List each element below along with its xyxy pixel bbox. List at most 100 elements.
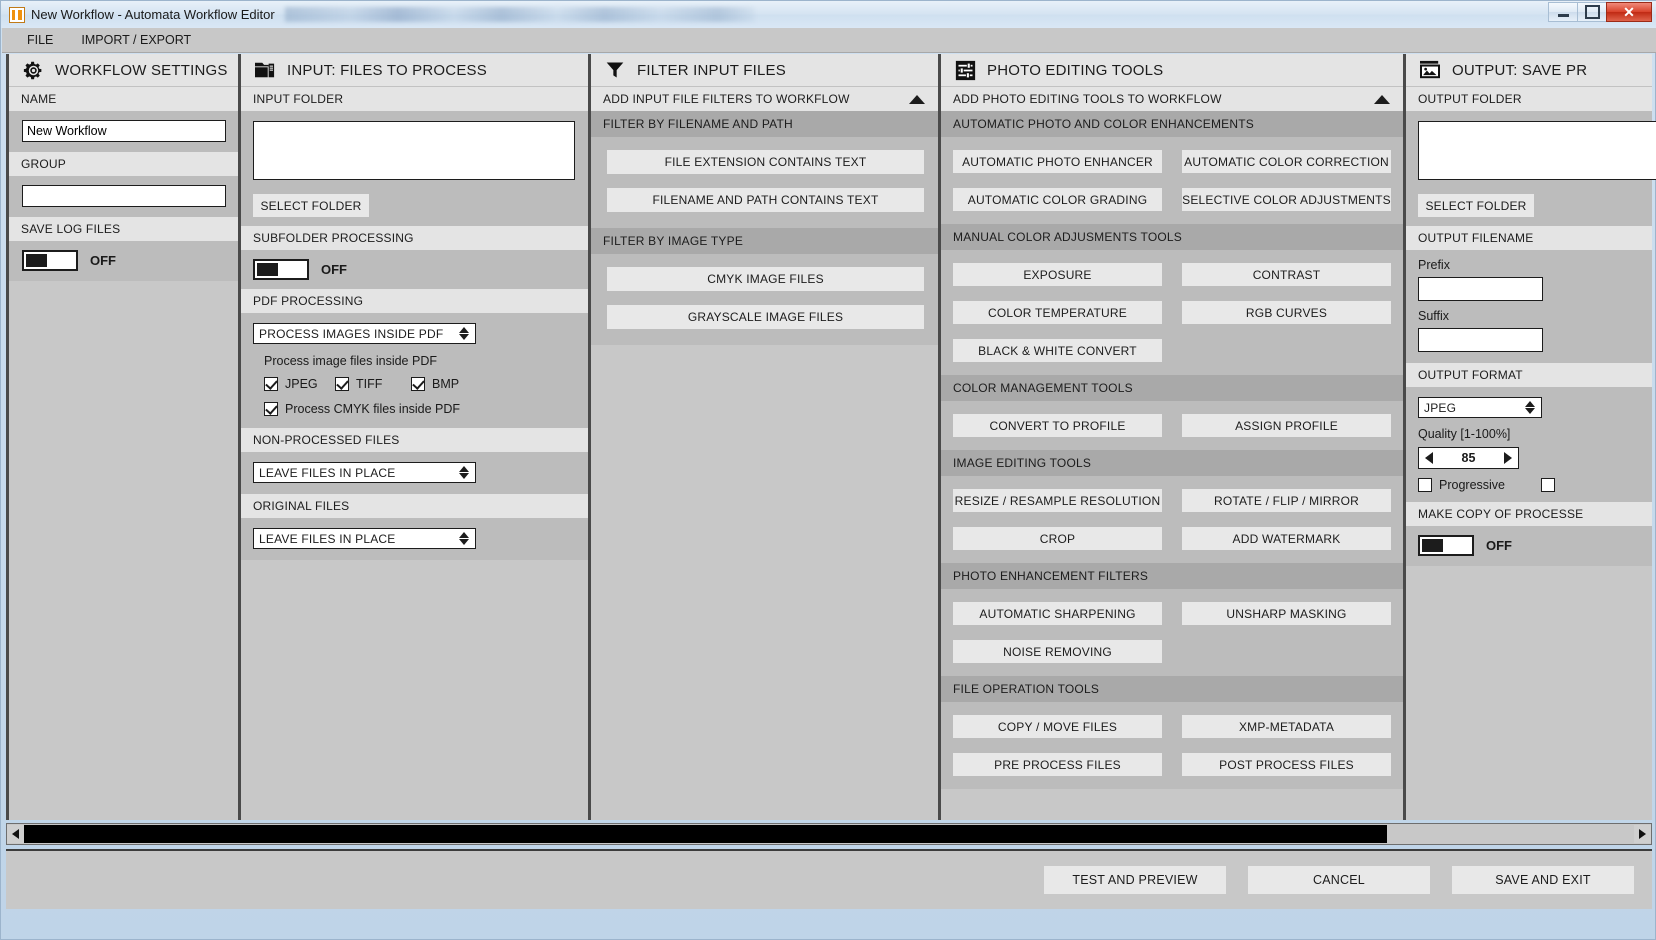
scrollbar-track[interactable] [24,825,1634,843]
group-manual-color-adjustments-header: MANUAL COLOR ADJUSMENTS TOOLS [941,224,1403,250]
scrollbar-thumb[interactable] [24,825,1387,843]
quality-decrease-icon[interactable] [1425,452,1433,464]
tool-add-watermark-button[interactable]: ADD WATERMARK [1182,527,1391,550]
checkbox-jpeg-box[interactable] [264,377,278,391]
non-processed-section-label: NON-PROCESSED FILES [241,428,588,452]
make-copy-toggle[interactable] [1418,535,1474,556]
maximize-button[interactable] [1577,2,1606,22]
chevron-up-icon[interactable] [909,95,925,104]
tool-contrast-button[interactable]: CONTRAST [1182,263,1391,286]
checkbox-tiff-label: TIFF [356,377,382,391]
horizontal-scrollbar[interactable] [6,823,1652,845]
save-log-toggle[interactable] [22,250,78,271]
scroll-right-arrow-icon[interactable] [1634,825,1651,843]
tool-noise-removing-button[interactable]: NOISE REMOVING [953,640,1162,663]
tool-pre-process-files-button[interactable]: PRE PROCESS FILES [953,753,1162,776]
subfolder-block: OFF [241,250,588,289]
tool-rgb-curves-button[interactable]: RGB CURVES [1182,301,1391,324]
workflow-name-input[interactable] [22,120,226,142]
quality-increase-icon[interactable] [1504,452,1512,464]
checkbox-process-cmyk-box[interactable] [264,402,278,416]
test-and-preview-button[interactable]: TEST AND PREVIEW [1044,866,1226,894]
output-folder-textarea[interactable] [1418,121,1656,180]
menu-item-file[interactable]: FILE [13,28,67,53]
tool-post-process-files-button[interactable]: POST PROCESS FILES [1182,753,1391,776]
tool-crop-button[interactable]: CROP [953,527,1162,550]
menu-item-import-export[interactable]: IMPORT / EXPORT [67,28,205,53]
checkbox-progressive[interactable]: Progressive [1418,478,1505,492]
folder-files-icon [254,59,276,81]
tool-automatic-sharpening-button[interactable]: AUTOMATIC SHARPENING [953,602,1162,625]
checkbox-tiff[interactable]: TIFF [335,377,411,391]
tool-rotate-flip-mirror-button[interactable]: ROTATE / FLIP / MIRROR [1182,489,1391,512]
checkbox-bmp-box[interactable] [411,377,425,391]
output-select-folder-button[interactable]: SELECT FOLDER [1418,194,1534,217]
checkbox-tiff-box[interactable] [335,377,349,391]
tool-unsharp-masking-button[interactable]: UNSHARP MASKING [1182,602,1391,625]
filter-grayscale-image-files-button[interactable]: GRAYSCALE IMAGE FILES [607,305,924,329]
original-files-select-wrap: LEAVE FILES IN PLACE [253,528,476,549]
prefix-input[interactable] [1418,277,1543,301]
subfolder-toggle[interactable] [253,259,309,280]
filter-cmyk-image-files-button[interactable]: CMYK IMAGE FILES [607,267,924,291]
tool-exposure-button[interactable]: EXPOSURE [953,263,1162,286]
pdf-mode-select-wrap: PROCESS IMAGES INSIDE PDF [253,323,476,344]
output-format-select[interactable]: JPEG [1418,397,1542,418]
checkbox-secondary-box[interactable] [1541,478,1555,492]
panel-input-files-header: INPUT: FILES TO PROCESS [241,54,588,87]
panel-filter-title: FILTER INPUT FILES [637,62,786,79]
non-processed-select-wrap: LEAVE FILES IN PLACE [253,462,476,483]
input-select-folder-button[interactable]: SELECT FOLDER [253,194,369,217]
checkbox-secondary-clipped[interactable] [1541,478,1555,492]
tool-automatic-color-correction-button[interactable]: AUTOMATIC COLOR CORRECTION [1182,150,1391,173]
original-files-select[interactable]: LEAVE FILES IN PLACE [253,528,476,549]
scroll-left-arrow-icon[interactable] [7,825,24,843]
minimize-button[interactable] [1548,2,1577,22]
make-copy-toggle-state: OFF [1486,538,1512,553]
cancel-button[interactable]: CANCEL [1248,866,1430,894]
panel-output-title: OUTPUT: SAVE PR [1452,62,1587,79]
save-log-toggle-state: OFF [90,253,116,268]
tool-xmp-metadata-button[interactable]: XMP-METADATA [1182,715,1391,738]
input-folder-textarea[interactable] [253,121,575,180]
add-photo-tools-row[interactable]: ADD PHOTO EDITING TOOLS TO WORKFLOW [941,87,1403,111]
tool-color-temperature-button[interactable]: COLOR TEMPERATURE [953,301,1162,324]
tool-resize-resample-resolution-button[interactable]: RESIZE / RESAMPLE RESOLUTION [953,489,1162,512]
tool-assign-profile-button[interactable]: ASSIGN PROFILE [1182,414,1391,437]
checkbox-progressive-box[interactable] [1418,478,1432,492]
original-files-block: LEAVE FILES IN PLACE [241,518,588,560]
save-log-section-label: SAVE LOG FILES [9,217,238,241]
output-folder-section-label: OUTPUT FOLDER [1406,87,1652,111]
checkbox-jpeg[interactable]: JPEG [264,377,335,391]
tool-copy-move-files-button[interactable]: COPY / MOVE FILES [953,715,1162,738]
group-manual-color-adjustments-buttons: EXPOSURE CONTRAST COLOR TEMPERATURE RGB … [941,250,1403,375]
quality-stepper[interactable]: 85 [1418,447,1519,469]
pdf-format-checkbox-row: JPEG TIFF BMP [264,377,576,391]
close-button[interactable]: ✕ [1606,2,1652,22]
panel-input-files: INPUT: FILES TO PROCESS INPUT FOLDER SEL… [241,54,591,820]
filter-group-image-type-header: FILTER BY IMAGE TYPE [591,228,938,254]
make-copy-block: OFF [1406,526,1652,566]
tool-convert-to-profile-button[interactable]: CONVERT TO PROFILE [953,414,1162,437]
non-processed-label: NON-PROCESSED FILES [253,433,400,447]
quality-label: Quality [1-100%] [1418,427,1652,441]
workflow-group-input[interactable] [22,185,226,207]
pdf-mode-select[interactable]: PROCESS IMAGES INSIDE PDF [253,323,476,344]
chevron-up-icon[interactable] [1374,95,1390,104]
tool-automatic-color-grading-button[interactable]: AUTOMATIC COLOR GRADING [953,188,1162,211]
filter-filename-and-path-contains-text-button[interactable]: FILENAME AND PATH CONTAINS TEXT [607,188,924,212]
tool-selective-color-adjustments-button[interactable]: SELECTIVE COLOR ADJUSTMENTS [1182,188,1391,211]
filter-file-extension-contains-text-button[interactable]: FILE EXTENSION CONTAINS TEXT [607,150,924,174]
suffix-input[interactable] [1418,328,1543,352]
photo-tools-filler [941,789,1403,820]
checkbox-process-cmyk-inside-pdf[interactable]: Process CMYK files inside PDF [264,402,576,416]
non-processed-files-select[interactable]: LEAVE FILES IN PLACE [253,462,476,483]
checkbox-bmp[interactable]: BMP [411,377,459,391]
quality-value: 85 [1462,451,1476,465]
save-and-exit-button[interactable]: SAVE AND EXIT [1452,866,1634,894]
add-filters-row[interactable]: ADD INPUT FILE FILTERS TO WORKFLOW [591,87,938,111]
tool-black-and-white-convert-button[interactable]: BLACK & WHITE CONVERT [953,339,1162,362]
tool-automatic-photo-enhancer-button[interactable]: AUTOMATIC PHOTO ENHANCER [953,150,1162,173]
tool-grid-empty-slot [1182,339,1391,362]
group-image-editing-buttons: RESIZE / RESAMPLE RESOLUTION ROTATE / FL… [941,476,1403,563]
